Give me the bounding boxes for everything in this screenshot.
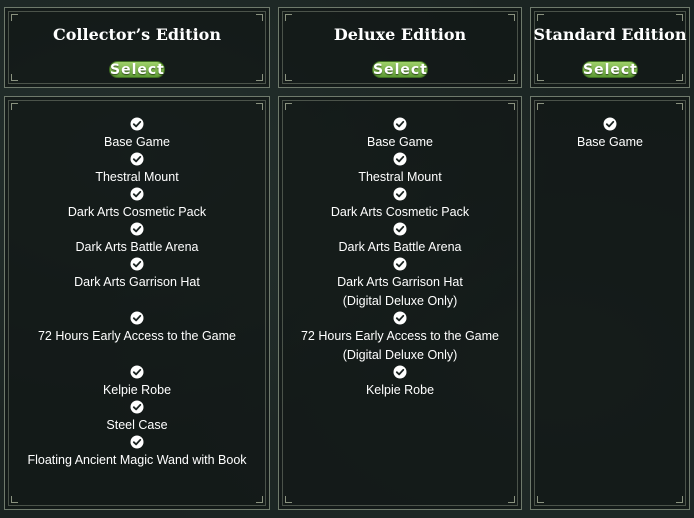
feature-item: Thestral Mount	[279, 152, 521, 187]
frame-corner	[537, 74, 544, 81]
feature-label: Base Game	[576, 135, 643, 149]
feature-label: Dark Arts Garrison Hat	[337, 275, 463, 289]
edition-header-standard: Standard Edition Select	[530, 7, 690, 88]
frame-corner	[508, 14, 515, 21]
check-circle-icon	[130, 311, 144, 325]
edition-title: Collector’s Edition	[53, 25, 221, 44]
feature-list: Base Game	[531, 117, 689, 152]
edition-header-deluxe: Deluxe Edition Select	[278, 7, 522, 88]
feature-label: Kelpie Robe	[365, 383, 435, 397]
feature-label: Dark Arts Garrison Hat	[74, 275, 200, 289]
feature-item: Dark Arts Garrison Hat (Digital Deluxe On…	[279, 257, 521, 311]
feature-label: 72 Hours Early Access to the Game	[300, 329, 499, 343]
frame-corner	[11, 14, 18, 21]
feature-list: Base Game Thestral Mount Dark Arts Cosme…	[5, 117, 269, 470]
feature-label: 72 Hours Early Access to the Game	[37, 329, 236, 343]
check-circle-icon	[130, 117, 144, 131]
frame-corner	[537, 14, 544, 21]
feature-note: (Digital Deluxe Only)	[342, 294, 458, 308]
frame-corner	[676, 103, 683, 110]
frame-corner	[676, 496, 683, 503]
check-circle-icon	[130, 365, 144, 379]
feature-item: Base Game	[279, 117, 521, 152]
check-circle-icon	[393, 222, 407, 236]
frame-corner	[537, 496, 544, 503]
feature-label: Thestral Mount	[358, 170, 442, 184]
frame-corner	[256, 74, 263, 81]
feature-item: Thestral Mount	[5, 152, 269, 187]
feature-item: Kelpie Robe	[279, 365, 521, 400]
frame-corner	[508, 74, 515, 81]
frame-corner	[676, 14, 683, 21]
select-collectors-edition-button[interactable]: Select	[109, 61, 165, 78]
frame-corner	[508, 496, 515, 503]
feature-item: Steel Case	[5, 400, 269, 435]
frame-corner	[285, 14, 292, 21]
feature-item: Kelpie Robe	[5, 365, 269, 400]
feature-label: Dark Arts Cosmetic Pack	[67, 205, 207, 219]
check-circle-icon	[603, 117, 617, 131]
check-circle-icon	[393, 257, 407, 271]
edition-header-collectors: Collector’s Edition Select	[4, 7, 270, 88]
frame-corner	[11, 496, 18, 503]
feature-label: Base Game	[103, 135, 170, 149]
features-panel-standard: Base Game	[530, 96, 690, 510]
check-circle-icon	[130, 187, 144, 201]
feature-label: Dark Arts Battle Arena	[75, 240, 199, 254]
feature-item: Floating Ancient Magic Wand with Book	[5, 435, 269, 470]
frame-corner	[508, 103, 515, 110]
frame-corner	[256, 14, 263, 21]
features-panel-collectors: Base Game Thestral Mount Dark Arts Cosme…	[4, 96, 270, 510]
select-standard-edition-button[interactable]: Select	[582, 61, 638, 78]
check-circle-icon	[393, 117, 407, 131]
feature-item: 72 Hours Early Access to the Game	[5, 311, 269, 346]
feature-item: Dark Arts Cosmetic Pack	[279, 187, 521, 222]
check-circle-icon	[393, 187, 407, 201]
frame-corner	[537, 103, 544, 110]
check-circle-icon	[393, 365, 407, 379]
frame-corner	[256, 496, 263, 503]
feature-item: Base Game	[5, 117, 269, 152]
edition-title: Deluxe Edition	[333, 25, 467, 44]
check-circle-icon	[130, 435, 144, 449]
feature-list: Base Game Thestral Mount Dark Arts Cosme…	[279, 117, 521, 400]
features-panel-deluxe: Base Game Thestral Mount Dark Arts Cosme…	[278, 96, 522, 510]
feature-item: 72 Hours Early Access to the Game (Digita…	[279, 311, 521, 365]
feature-label: Kelpie Robe	[102, 383, 172, 397]
edition-title: Standard Edition	[533, 25, 687, 44]
feature-label: Dark Arts Battle Arena	[338, 240, 462, 254]
frame-corner	[285, 74, 292, 81]
frame-corner	[256, 103, 263, 110]
feature-label: Base Game	[366, 135, 433, 149]
feature-item: Dark Arts Garrison Hat	[5, 257, 269, 292]
feature-label: Dark Arts Cosmetic Pack	[330, 205, 470, 219]
frame-corner	[676, 74, 683, 81]
feature-note: (Digital Deluxe Only)	[342, 348, 458, 362]
check-circle-icon	[130, 257, 144, 271]
feature-item: Dark Arts Cosmetic Pack	[5, 187, 269, 222]
check-circle-icon	[130, 152, 144, 166]
select-deluxe-edition-button[interactable]: Select	[372, 61, 428, 78]
feature-label: Floating Ancient Magic Wand with Book	[27, 453, 247, 467]
frame-corner	[11, 74, 18, 81]
check-circle-icon	[393, 311, 407, 325]
check-circle-icon	[393, 152, 407, 166]
feature-item: Dark Arts Battle Arena	[5, 222, 269, 257]
feature-label: Steel Case	[106, 418, 168, 432]
feature-item: Dark Arts Battle Arena	[279, 222, 521, 257]
check-circle-icon	[130, 222, 144, 236]
feature-item: Base Game	[531, 117, 689, 152]
frame-corner	[285, 103, 292, 110]
check-circle-icon	[130, 400, 144, 414]
frame-corner	[285, 496, 292, 503]
feature-label: Thestral Mount	[95, 170, 179, 184]
frame-corner	[11, 103, 18, 110]
